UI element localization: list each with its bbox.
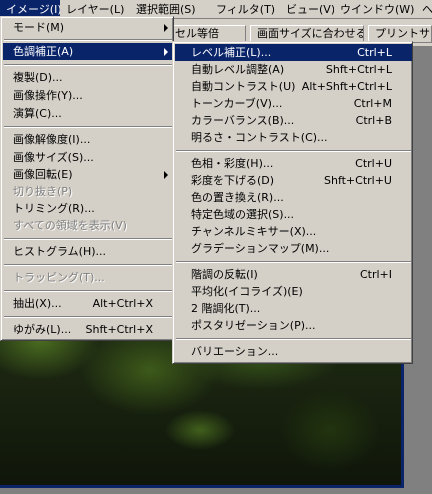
menu-item-shortcut: Alt+Ctrl+X bbox=[92, 297, 153, 310]
menu-item-label: ヒストグラム(H)... bbox=[13, 245, 107, 258]
menu-item-duplicate[interactable]: 複製(D)... bbox=[3, 69, 173, 86]
menu-item-trap[interactable]: トラッピング(T)... bbox=[3, 269, 173, 286]
menu-item-liquify[interactable]: ゆがみ(L)... Shft+Ctrl+X bbox=[3, 321, 173, 338]
menu-separator bbox=[176, 338, 411, 340]
menu-item-label: 抽出(X)... bbox=[13, 297, 62, 310]
menu-item-brightness-contrast[interactable]: 明るさ・コントラスト(C)... bbox=[175, 129, 412, 146]
menu-item-auto-levels[interactable]: 自動レベル調整(A) Shft+Ctrl+L bbox=[175, 61, 412, 78]
menu-item-label: 複製(D)... bbox=[13, 71, 63, 84]
menu-item-threshold[interactable]: 2 階調化(T)... bbox=[175, 300, 412, 317]
menu-separator bbox=[176, 261, 411, 263]
menu-item-shortcut: Ctrl+U bbox=[355, 157, 392, 170]
menu-item-label: チャンネルミキサー(X)... bbox=[191, 225, 317, 238]
menu-item-label: レベル補正(L)... bbox=[191, 46, 272, 59]
menu-item-auto-contrast[interactable]: 自動コントラスト(U) Alt+Shft+Ctrl+L bbox=[175, 78, 412, 95]
menu-item-label: カラーバランス(B)... bbox=[191, 114, 295, 127]
menu-item-hue-saturation[interactable]: 色相・彩度(H)... Ctrl+U bbox=[175, 155, 412, 172]
menu-separator bbox=[4, 290, 172, 292]
menu-item-desaturate[interactable]: 彩度を下げる(D) Shft+Ctrl+U bbox=[175, 172, 412, 189]
menu-item-label: 平均化(イコライズ)(E) bbox=[191, 285, 303, 298]
menu-item-shortcut: Shft+Ctrl+U bbox=[323, 174, 392, 187]
menu-item-histogram[interactable]: ヒストグラム(H)... bbox=[3, 243, 173, 260]
menu-item-shortcut: Ctrl+L bbox=[357, 46, 392, 59]
menu-item-invert[interactable]: 階調の反転(I) Ctrl+I bbox=[175, 266, 412, 283]
menu-separator bbox=[176, 150, 411, 152]
menu-item-label: 画像回転(E) bbox=[13, 168, 73, 181]
menu-item-label: トラッピング(T)... bbox=[13, 271, 105, 284]
menu-view[interactable]: ビュー(V) bbox=[280, 0, 334, 19]
menu-separator bbox=[4, 64, 172, 66]
menu-item-channel-mixer[interactable]: チャンネルミキサー(X)... bbox=[175, 223, 412, 240]
menu-item-shortcut: Shft+Ctrl+X bbox=[85, 323, 154, 336]
image-menu: モード(M) 色調補正(A) 複製(D)... 画像操作(Y)... 演算(C)… bbox=[0, 16, 174, 341]
menu-item-image-size[interactable]: 画像サイズ(S)... bbox=[3, 149, 173, 166]
menu-item-label: 色相・彩度(H)... bbox=[191, 157, 274, 170]
menu-help[interactable]: ヘ bbox=[416, 0, 432, 19]
menu-item-curves[interactable]: トーンカーブ(V)... Ctrl+M bbox=[175, 95, 412, 112]
menu-item-label: 画像操作(Y)... bbox=[13, 89, 83, 102]
menu-item-label: 自動レベル調整(A) bbox=[191, 63, 285, 76]
menu-item-gradient-map[interactable]: グラデーションマップ(M)... bbox=[175, 240, 412, 257]
menu-item-image-resolution[interactable]: 画像解像度(I)... bbox=[3, 131, 173, 148]
menu-item-label: 明るさ・コントラスト(C)... bbox=[191, 131, 328, 144]
menu-item-extract[interactable]: 抽出(X)... Alt+Ctrl+X bbox=[3, 295, 173, 312]
menu-item-adjustments[interactable]: 色調補正(A) bbox=[3, 43, 173, 60]
menu-item-label: 画像解像度(I)... bbox=[13, 133, 91, 146]
menu-item-label: 彩度を下げる(D) bbox=[191, 174, 275, 187]
menu-item-shortcut: Ctrl+B bbox=[355, 114, 392, 127]
menu-item-crop[interactable]: 切り抜き(P) bbox=[3, 183, 173, 200]
menu-item-shortcut: Shft+Ctrl+L bbox=[325, 63, 392, 76]
menu-item-reveal-all[interactable]: すべての領域を表示(V) bbox=[3, 217, 173, 234]
submenu-arrow-icon bbox=[164, 171, 168, 179]
menu-item-equalize[interactable]: 平均化(イコライズ)(E) bbox=[175, 283, 412, 300]
menu-item-calculations[interactable]: 演算(C)... bbox=[3, 105, 173, 122]
adjustments-submenu: レベル補正(L)... Ctrl+L 自動レベル調整(A) Shft+Ctrl+… bbox=[172, 41, 413, 364]
menu-item-shortcut: Ctrl+M bbox=[353, 97, 392, 110]
menu-separator bbox=[4, 126, 172, 128]
menu-filter[interactable]: フィルタ(T) bbox=[210, 0, 280, 19]
menu-item-selective-color[interactable]: 特定色域の選択(S)... bbox=[175, 206, 412, 223]
menu-item-label: トーンカーブ(V)... bbox=[191, 97, 283, 110]
menu-separator bbox=[4, 39, 172, 41]
menu-separator bbox=[4, 238, 172, 240]
menu-item-label: 2 階調化(T)... bbox=[191, 302, 261, 315]
menu-item-replace-color[interactable]: 色の置き換え(R)... bbox=[175, 189, 412, 206]
submenu-arrow-icon bbox=[164, 48, 168, 56]
menu-item-label: すべての領域を表示(V) bbox=[13, 219, 127, 232]
menu-item-shortcut: Alt+Shft+Ctrl+L bbox=[301, 80, 392, 93]
menu-item-apply-image[interactable]: 画像操作(Y)... bbox=[3, 87, 173, 104]
menu-item-label: 切り抜き(P) bbox=[13, 185, 73, 198]
menu-item-label: 色の置き換え(R)... bbox=[191, 191, 284, 204]
menu-item-label: グラデーションマップ(M)... bbox=[191, 242, 330, 255]
menu-item-label: 特定色域の選択(S)... bbox=[191, 208, 295, 221]
menu-separator bbox=[4, 316, 172, 318]
menu-item-levels[interactable]: レベル補正(L)... Ctrl+L bbox=[175, 44, 412, 61]
menu-item-color-balance[interactable]: カラーバランス(B)... Ctrl+B bbox=[175, 112, 412, 129]
menu-item-label: モード(M) bbox=[13, 21, 65, 34]
menu-item-label: 演算(C)... bbox=[13, 107, 62, 120]
menu-item-label: 自動コントラスト(U) bbox=[191, 80, 296, 93]
menu-item-trim[interactable]: トリミング(R)... bbox=[3, 200, 173, 217]
menu-item-label: 画像サイズ(S)... bbox=[13, 151, 94, 164]
menu-item-label: 色調補正(A) bbox=[13, 45, 74, 58]
menu-item-label: バリエーション... bbox=[191, 345, 279, 358]
menu-item-label: 階調の反転(I) bbox=[191, 268, 258, 281]
menu-item-label: トリミング(R)... bbox=[13, 202, 95, 215]
menu-item-mode[interactable]: モード(M) bbox=[3, 19, 173, 36]
menu-item-shortcut: Ctrl+I bbox=[359, 268, 392, 281]
menu-item-rotate-canvas[interactable]: 画像回転(E) bbox=[3, 166, 173, 183]
menu-item-label: ゆがみ(L)... bbox=[13, 323, 72, 336]
menu-window[interactable]: ウインドウ(W) bbox=[334, 0, 416, 19]
menu-item-label: ポスタリゼーション(P)... bbox=[191, 319, 316, 332]
submenu-arrow-icon bbox=[164, 24, 168, 32]
menu-item-posterize[interactable]: ポスタリゼーション(P)... bbox=[175, 317, 412, 334]
menu-item-variations[interactable]: バリエーション... bbox=[175, 343, 412, 360]
menu-separator bbox=[4, 264, 172, 266]
